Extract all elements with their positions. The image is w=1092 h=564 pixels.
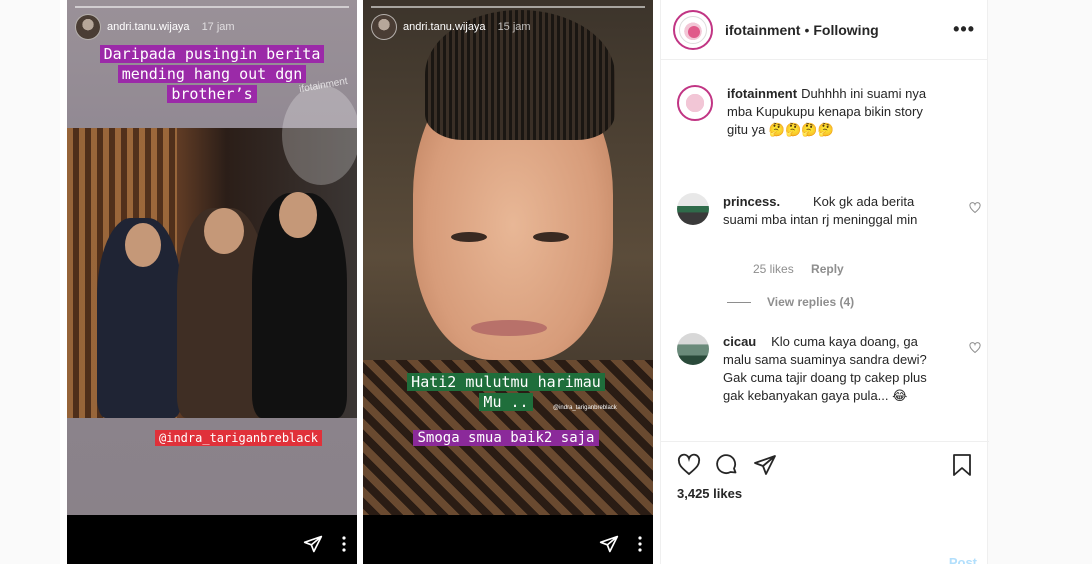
more-options-icon[interactable]: ••• xyxy=(953,19,975,40)
comment: cicau Klo cuma kaya doang, ga malu sama … xyxy=(677,333,981,405)
comment-username[interactable]: cicau xyxy=(723,334,756,349)
post-actions: 3,425 likes xyxy=(661,441,989,501)
comments-list[interactable]: ifotainment Duhhhh ini suami nya mba Kupu… xyxy=(661,61,989,441)
post-media[interactable]: andri.tanu.wijaya 17 jam Daripada pusing… xyxy=(60,0,660,564)
following-button[interactable]: Following xyxy=(813,22,878,38)
caption-line: Daripada pusingin berita xyxy=(99,45,325,63)
comment-text: cicau Klo cuma kaya doang, ga malu sama … xyxy=(723,333,943,405)
caption-comment: ifotainment Duhhhh ini suami nya mba Kupu… xyxy=(677,85,977,139)
action-bar xyxy=(677,453,973,482)
caption-line: Smoga smua baik2 saja xyxy=(413,430,599,446)
caption-line: mending hang out dgn xyxy=(117,65,307,83)
send-icon[interactable] xyxy=(753,453,777,482)
eye xyxy=(533,232,569,242)
comment-likes[interactable]: 25 likes xyxy=(753,262,794,276)
caption-line: Hati2 mulutmu harimau xyxy=(407,373,605,391)
view-replies-button[interactable]: View replies (4) xyxy=(727,295,854,309)
comment: princess. Kok gk ada berita suami mba in… xyxy=(677,193,981,229)
send-icon[interactable] xyxy=(303,534,323,554)
comment-username[interactable]: ifotainment xyxy=(727,86,797,101)
story-avatar xyxy=(371,14,397,40)
head xyxy=(279,192,317,238)
story-header: andri.tanu.wijaya 17 jam xyxy=(75,14,235,40)
ifotainment-logo xyxy=(679,15,707,44)
comment-like-icon[interactable] xyxy=(969,341,981,359)
more-vertical-icon[interactable] xyxy=(637,536,643,552)
reply-button[interactable]: Reply xyxy=(811,262,844,276)
instagram-post-view: andri.tanu.wijaya 17 jam Daripada pusing… xyxy=(0,0,1092,564)
post-side-panel: ifotainment • Following ••• ifotainment D… xyxy=(660,0,989,564)
story-actions xyxy=(303,534,347,554)
avatar[interactable] xyxy=(677,333,709,365)
account-username[interactable]: ifotainment xyxy=(725,22,800,38)
send-icon[interactable] xyxy=(599,534,619,554)
story-mention-tag: @indra_tariganbreblack xyxy=(155,430,322,446)
story-screenshot-2: andri.tanu.wijaya 15 jam Hati2 mulutmu h… xyxy=(363,0,653,564)
story-avatar xyxy=(75,14,101,40)
story-header: andri.tanu.wijaya 15 jam xyxy=(371,14,531,40)
story-time: 15 jam xyxy=(497,21,531,33)
eye xyxy=(451,232,487,242)
story-progress-bar xyxy=(75,6,349,8)
story-actions xyxy=(599,534,643,554)
comment-username[interactable]: princess. xyxy=(723,194,780,209)
likes-count[interactable]: 3,425 likes xyxy=(677,486,973,501)
comment-like-icon[interactable] xyxy=(969,201,981,219)
head xyxy=(125,223,161,267)
divider-line xyxy=(727,301,751,303)
story-username: andri.tanu.wijaya xyxy=(403,21,486,33)
story-screenshot-1: andri.tanu.wijaya 17 jam Daripada pusing… xyxy=(67,0,357,564)
comment-text: princess. Kok gk ada berita suami mba in… xyxy=(723,193,943,229)
avatar[interactable] xyxy=(677,193,709,225)
account-avatar[interactable] xyxy=(673,9,713,50)
caption-line: brother’s xyxy=(167,85,257,103)
story-caption-2: Smoga smua baik2 saja xyxy=(371,428,641,448)
story-small-mention: @indra_tariganbreblack xyxy=(553,405,617,411)
bookmark-icon[interactable] xyxy=(951,453,973,482)
post-comment-button[interactable]: Post xyxy=(949,555,977,564)
story-time: 17 jam xyxy=(201,21,235,33)
view-replies-label: View replies (4) xyxy=(767,295,855,309)
more-vertical-icon[interactable] xyxy=(341,536,347,552)
caption-line: Mu .. xyxy=(479,393,533,411)
post-header: ifotainment • Following ••• xyxy=(661,0,987,60)
comment-text: ifotainment Duhhhh ini suami nya mba Kupu… xyxy=(727,85,947,139)
watermark-logo xyxy=(282,85,357,185)
avatar[interactable] xyxy=(677,85,713,121)
mouth xyxy=(471,320,547,336)
comment-meta: 25 likes Reply xyxy=(753,262,858,276)
comment-icon[interactable] xyxy=(715,453,739,482)
story-progress-bar xyxy=(371,6,645,8)
head xyxy=(204,208,244,254)
heart-icon[interactable] xyxy=(677,453,701,482)
story-username: andri.tanu.wijaya xyxy=(107,21,190,33)
separator-dot: • xyxy=(804,21,810,38)
